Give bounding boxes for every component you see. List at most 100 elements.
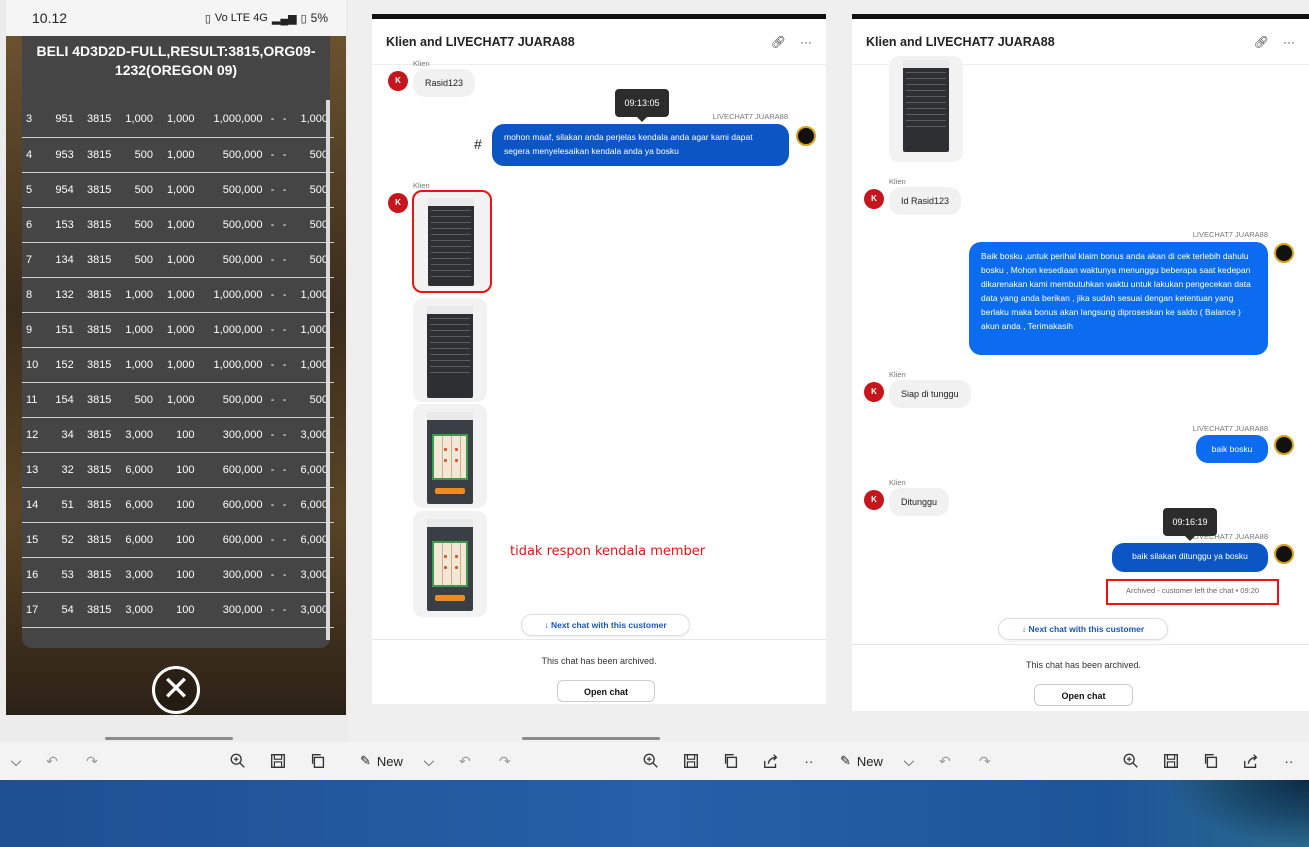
battery-percent: 5% [310, 11, 328, 25]
client-message: Rasid123 [413, 69, 476, 97]
bet-cell: 500,000 [200, 172, 269, 208]
image-attachment[interactable] [413, 511, 487, 617]
bet-cell: 1,000 [117, 102, 159, 138]
share-icon[interactable] [757, 746, 785, 776]
bet-cell: - [268, 417, 281, 453]
bet-cell: - [280, 102, 293, 138]
link-icon[interactable]: 🔗︎ [771, 35, 786, 49]
bet-cell: - [280, 347, 293, 383]
bet-cell: - [280, 207, 293, 243]
bet-cell: 8 [22, 277, 50, 313]
bet-cell: 600,000 [200, 487, 269, 523]
chat-header: Klien and LIVECHAT7 JUARA88 🔗︎ ··· [372, 19, 826, 65]
open-chat-button[interactable]: Open chat [557, 680, 655, 702]
copy-icon[interactable] [304, 746, 332, 776]
battery-icon: ▯ [300, 12, 307, 25]
arrow-down-icon: ↓ [544, 620, 551, 630]
bet-row: 7 134 3815 500 1,000 500,000- -500 [22, 242, 334, 278]
chat-title: Klien and LIVECHAT7 JUARA88 [386, 34, 575, 49]
bet-cell: 300,000 [200, 417, 269, 453]
copy-icon[interactable] [1197, 746, 1225, 776]
bet-cell: - [268, 312, 281, 348]
next-chat-button[interactable]: ↓ Next chat with this customer [521, 614, 690, 636]
bet-cell: 9 [22, 312, 50, 348]
image-attachment[interactable] [413, 404, 487, 508]
bet-cell: 1,000,000 [200, 347, 269, 383]
bet-cell: 3815 [79, 557, 118, 593]
bet-cell: 3815 [79, 207, 118, 243]
time-tooltip: 09:13:05 [615, 89, 669, 122]
bet-cell: - [280, 312, 293, 348]
share-icon[interactable] [1237, 746, 1265, 776]
bet-cell: - [280, 172, 293, 208]
sender-label: Klien [889, 478, 906, 487]
bet-cell: - [280, 277, 293, 313]
bet-cell: 6,000 [117, 487, 159, 523]
bet-table: 3 951 3815 1,000 1,000 1,000,000- -1,000 4 953 38… [22, 102, 334, 628]
agent-message: mohon maaf, silakan anda perjelas kendal… [492, 124, 789, 166]
bet-cell: - [280, 592, 293, 628]
phone-time: 10.12 [32, 10, 68, 26]
redo-icon[interactable]: ↷ [971, 746, 999, 776]
bet-cell: 954 [49, 172, 80, 208]
bet-cell: 3815 [79, 172, 118, 208]
zoom-icon[interactable] [1117, 746, 1145, 776]
save-icon[interactable] [264, 746, 292, 776]
zoom-icon[interactable] [224, 746, 252, 776]
close-button[interactable]: ✕ [152, 666, 200, 714]
bet-cell: 500 [117, 382, 159, 418]
image-attachment[interactable] [413, 298, 487, 402]
undo-icon[interactable]: ↶ [451, 746, 479, 776]
bet-cell: 15 [22, 522, 50, 558]
bet-cell: 300,000 [200, 592, 269, 628]
bet-cell: 6,000 [117, 452, 159, 488]
save-icon[interactable] [677, 746, 705, 776]
image-attachment[interactable] [889, 56, 963, 162]
zoom-icon[interactable] [637, 746, 665, 776]
phone-screenshot: 10.12 ▯ Vo LTE 4G ▂▄▆ ▯ 5% BELI 4D3D2D-F… [6, 0, 346, 715]
more-icon[interactable]: ··· [1283, 35, 1295, 49]
undo-icon[interactable]: ↶ [931, 746, 959, 776]
redo-icon[interactable]: ↷ [491, 746, 519, 776]
footer-divider [372, 639, 826, 640]
phone-status-icons: ▯ Vo LTE 4G ▂▄▆ ▯ 5% [205, 11, 328, 25]
window-scrollbar[interactable] [105, 737, 233, 740]
undo-icon[interactable]: ↶ [38, 746, 66, 776]
new-button[interactable]: ✎ New [360, 746, 403, 776]
bet-cell: 100 [158, 522, 201, 558]
bet-cell: 3,000 [117, 592, 159, 628]
photo-viewer-window-1: 10.12 ▯ Vo LTE 4G ▂▄▆ ▯ 5% BELI 4D3D2D-F… [0, 0, 348, 780]
image-attachment-highlighted[interactable] [412, 190, 492, 293]
agent-avatar [1274, 243, 1294, 263]
bet-cell: 600,000 [200, 452, 269, 488]
link-icon[interactable]: 🔗︎ [1254, 35, 1269, 49]
next-chat-button[interactable]: ↓ Next chat with this customer [998, 618, 1168, 640]
more-icon[interactable]: ··· [800, 35, 812, 49]
chevron-down-icon[interactable]: ⌵ [2, 746, 30, 776]
bet-cell: - [268, 592, 281, 628]
bet-cell: - [268, 277, 281, 313]
open-chat-button[interactable]: Open chat [1034, 684, 1133, 706]
bet-cell: 500,000 [200, 207, 269, 243]
chevron-down-icon[interactable]: ⌵ [415, 746, 443, 776]
bet-row: 16 53 3815 3,000 100 300,000- -3,000 [22, 557, 334, 593]
redo-icon[interactable]: ↷ [78, 746, 106, 776]
bet-cell: 52 [49, 522, 80, 558]
chevron-down-icon[interactable]: ⌵ [895, 746, 923, 776]
window-scrollbar[interactable] [522, 737, 660, 740]
more-icon[interactable]: ·· [795, 746, 823, 776]
save-icon[interactable] [1157, 746, 1185, 776]
bet-cell: 1,000 [158, 242, 201, 278]
bet-cell: 3815 [79, 312, 118, 348]
copy-icon[interactable] [717, 746, 745, 776]
time-tooltip: 09:16:19 [1163, 508, 1217, 541]
bet-cell: - [268, 522, 281, 558]
new-button[interactable]: ✎ New [840, 746, 883, 776]
signal-label: Vo LTE 4G [214, 12, 268, 24]
photo-viewer-window-2: Klien and LIVECHAT7 JUARA88 🔗︎ ··· Klien … [348, 0, 828, 780]
bet-cell: - [280, 522, 293, 558]
signal-icon: ▂▄▆ [271, 12, 297, 25]
panel-scrollbar[interactable] [326, 100, 330, 640]
bet-cell: 300,000 [200, 557, 269, 593]
more-icon[interactable]: ·· [1275, 746, 1303, 776]
